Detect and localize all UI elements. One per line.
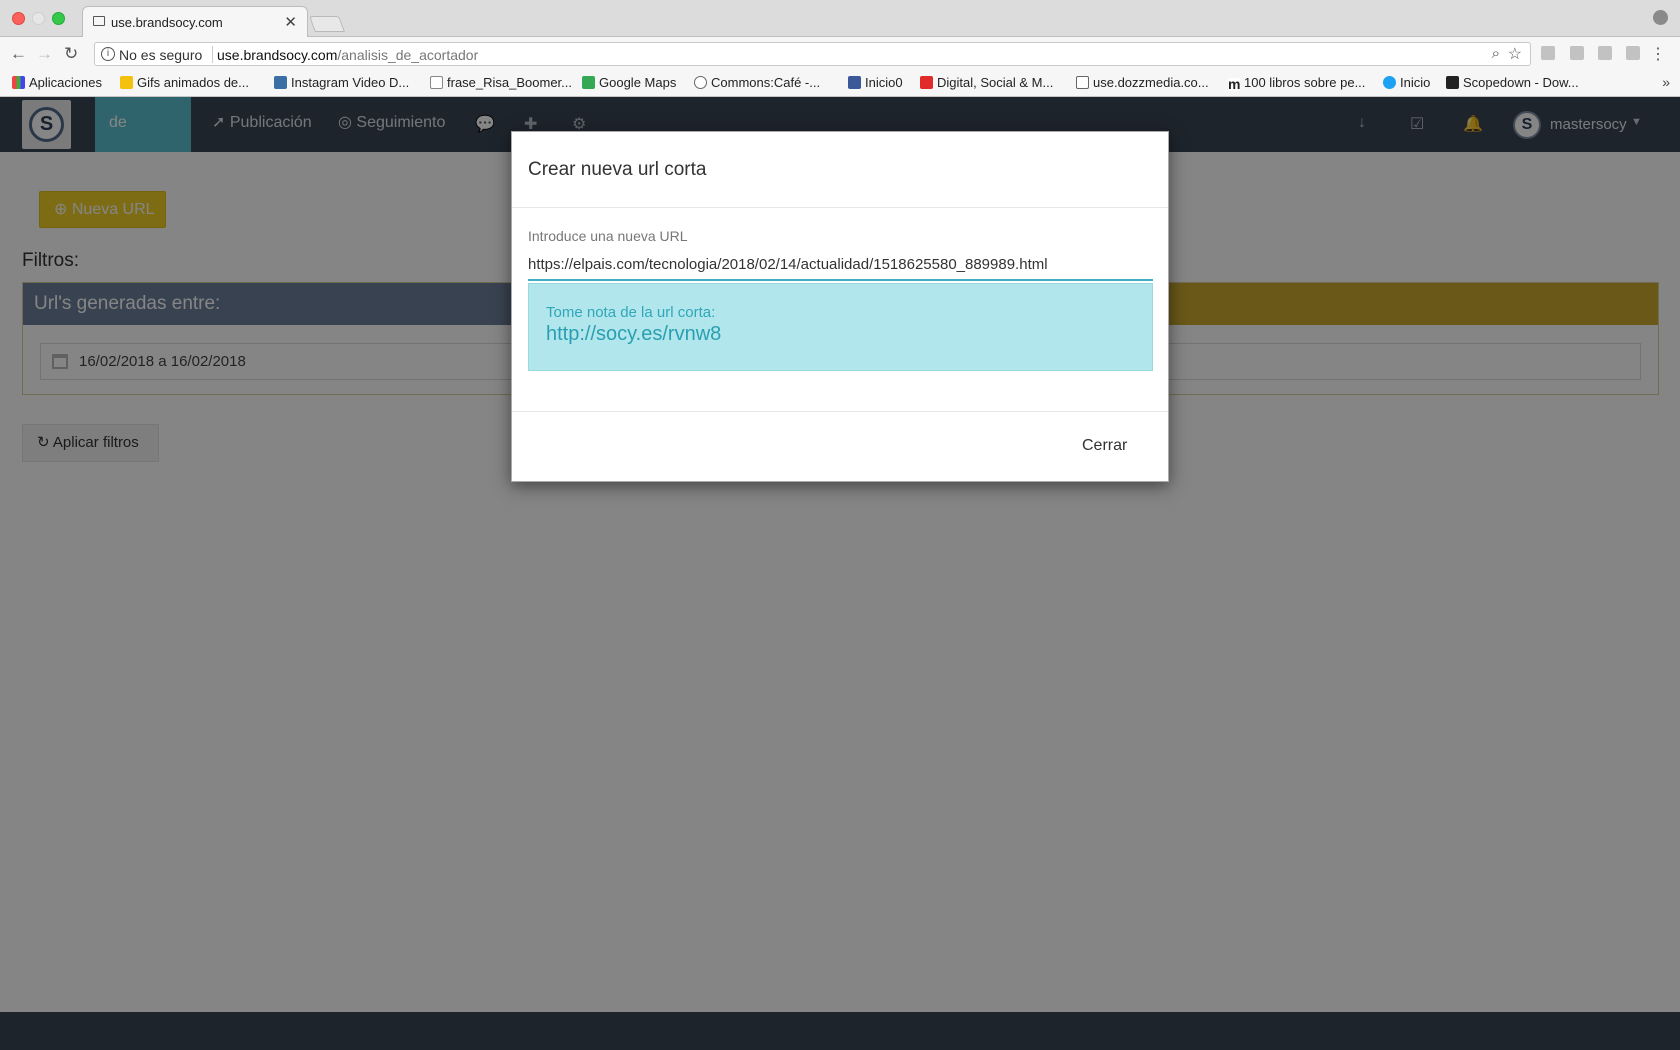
tab-title: use.brandsocy.com <box>111 15 223 30</box>
page-icon <box>1076 76 1089 89</box>
new-tab-button[interactable] <box>309 16 345 32</box>
browser-tab[interactable]: use.brandsocy.com ✕ <box>82 6 308 37</box>
browser-menu-icon[interactable]: ⋮ <box>1650 44 1666 64</box>
zoom-icon[interactable]: ⌕ <box>1492 45 1500 62</box>
bookmark-inicio-twitter[interactable]: Inicio <box>1383 75 1430 90</box>
extension-icon[interactable] <box>1570 46 1584 60</box>
instagram-icon <box>274 76 287 89</box>
bookmark-label: Digital, Social & M... <box>937 75 1054 90</box>
bookmark-google-maps[interactable]: Google Maps <box>582 75 676 90</box>
bookmark-instagram[interactable]: Instagram Video D... <box>274 75 409 90</box>
bookmark-label: Scopedown - Dow... <box>1463 75 1579 90</box>
bookmark-label: Inicio0 <box>865 75 903 90</box>
minimize-window-button[interactable] <box>32 12 45 25</box>
page-icon <box>93 16 105 26</box>
digital-icon <box>920 76 933 89</box>
bookmark-apps[interactable]: Aplicaciones <box>12 75 102 90</box>
bookmark-100-libros[interactable]: m 100 libros sobre pe... <box>1228 75 1365 91</box>
page-icon <box>430 76 443 89</box>
short-url-link[interactable]: http://socy.es/rvnw8 <box>546 323 721 346</box>
medium-icon: m <box>1228 76 1241 92</box>
back-icon[interactable]: ← <box>10 44 27 64</box>
extension-icon[interactable] <box>1626 46 1640 60</box>
bookmark-frase[interactable]: frase_Risa_Boomer... <box>430 75 572 90</box>
bookmark-scopedown[interactable]: Scopedown - Dow... <box>1446 75 1579 90</box>
cloud-extension-icon[interactable] <box>1541 46 1555 60</box>
url-path: /analisis_de_acortador <box>337 47 479 63</box>
url-field-label: Introduce una nueva URL <box>528 228 688 244</box>
bookmark-label: Google Maps <box>599 75 677 90</box>
security-label: No es seguro <box>119 47 203 63</box>
bookmark-label: 100 libros sobre pe... <box>1244 75 1366 90</box>
long-url-input[interactable] <box>528 249 1153 281</box>
info-icon[interactable]: i <box>101 47 115 61</box>
forward-icon[interactable]: → <box>36 44 53 64</box>
bookmark-digital-social[interactable]: Digital, Social & M... <box>920 75 1053 90</box>
browser-toolbar: ← → ↻ i No es seguro use.brandsocy.com/a… <box>0 37 1680 71</box>
bookmark-gifs[interactable]: Gifs animados de... <box>120 75 249 90</box>
gif-icon <box>120 76 133 89</box>
create-short-url-dialog: Crear nueva url corta Introduce una nuev… <box>511 131 1169 482</box>
short-url-alert: Tome nota de la url corta: http://socy.e… <box>528 283 1153 371</box>
profile-icon[interactable] <box>1653 10 1668 25</box>
more-bookmarks-icon[interactable]: » <box>1662 74 1670 90</box>
commons-icon <box>694 76 707 89</box>
apps-grid-icon <box>12 76 25 89</box>
maximize-window-button[interactable] <box>52 12 65 25</box>
bookmark-commons[interactable]: Commons:Café -... <box>694 75 820 90</box>
address-bar[interactable]: i No es seguro use.brandsocy.com/analisi… <box>94 42 1531 66</box>
bookmark-label: Gifs animados de... <box>137 75 249 90</box>
modal-title: Crear nueva url corta <box>528 159 707 180</box>
browser-titlebar: use.brandsocy.com ✕ <box>0 0 1680 37</box>
close-window-button[interactable] <box>12 12 25 25</box>
extension-icon[interactable] <box>1598 46 1612 60</box>
facebook-icon <box>848 76 861 89</box>
bookmarks-bar: Aplicaciones Gifs animados de... Instagr… <box>0 71 1680 97</box>
separator <box>212 46 213 63</box>
reload-icon[interactable]: ↻ <box>64 44 78 64</box>
twitter-icon <box>1383 76 1396 89</box>
maps-icon <box>582 76 595 89</box>
scopedown-icon <box>1446 76 1459 89</box>
bookmark-label: Commons:Café -... <box>711 75 821 90</box>
bookmark-dozzmedia[interactable]: use.dozzmedia.co... <box>1076 75 1209 90</box>
bookmark-label: Inicio <box>1400 75 1431 90</box>
alert-text: Tome nota de la url corta: <box>546 304 716 321</box>
bookmark-star-icon[interactable]: ☆ <box>1508 44 1522 64</box>
close-button[interactable]: Cerrar <box>1082 437 1127 455</box>
bookmark-label: Instagram Video D... <box>291 75 410 90</box>
url-host: use.brandsocy.com <box>217 47 338 63</box>
tab-close-icon[interactable]: ✕ <box>284 13 297 31</box>
bookmark-label: use.dozzmedia.co... <box>1093 75 1209 90</box>
bookmark-label: frase_Risa_Boomer... <box>447 75 573 90</box>
modal-header: Crear nueva url corta <box>512 132 1168 208</box>
bookmark-inicio0[interactable]: Inicio0 <box>848 75 903 90</box>
bookmark-label: Aplicaciones <box>29 75 102 90</box>
modal-footer-divider <box>512 411 1168 412</box>
url-text[interactable]: use.brandsocy.com/analisis_de_acortador <box>217 47 478 63</box>
